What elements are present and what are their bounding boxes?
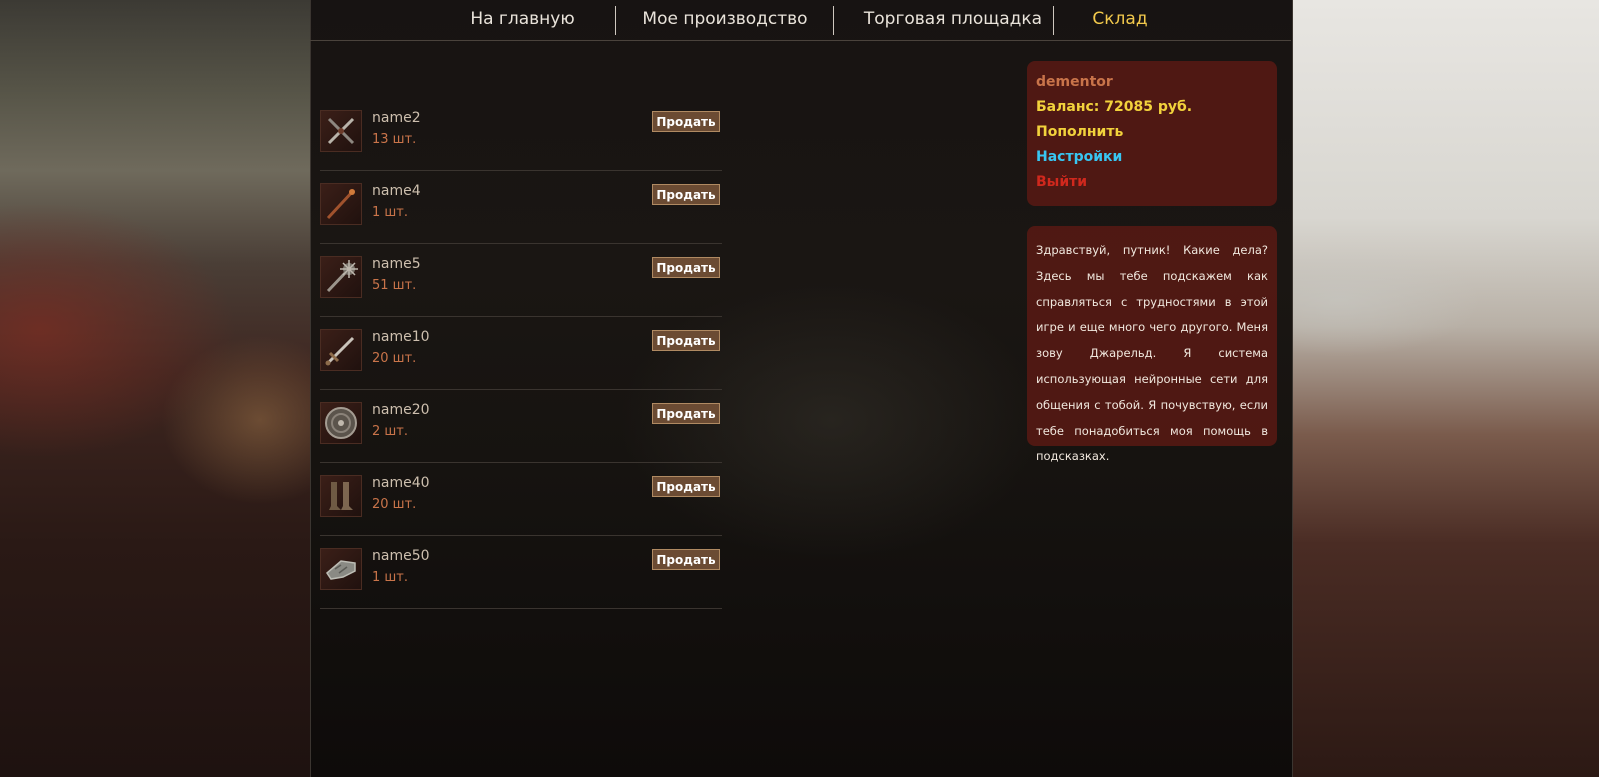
background-scenery-left [0, 0, 310, 777]
sell-button[interactable]: Продать [652, 403, 720, 424]
staff-icon [320, 183, 362, 225]
sell-button[interactable]: Продать [652, 330, 720, 351]
inventory-row: name50 1 шт. Продать [320, 536, 722, 609]
nav-divider [615, 6, 616, 35]
item-quantity: 1 шт. [372, 205, 409, 220]
username: dementor [1036, 74, 1113, 90]
item-quantity: 20 шт. [372, 497, 417, 512]
item-name: name50 [372, 548, 430, 564]
inventory-row: name10 20 шт. Продать [320, 317, 722, 390]
sell-button[interactable]: Продать [652, 476, 720, 497]
topup-link[interactable]: Пополнить [1036, 124, 1123, 140]
inventory-row: name40 20 шт. Продать [320, 463, 722, 536]
nav-divider [833, 6, 834, 35]
background-scenery-right [1259, 0, 1599, 777]
nav-marketplace[interactable]: Торговая площадка [848, 0, 1058, 40]
nav-divider [1053, 6, 1054, 35]
shield-icon [320, 402, 362, 444]
inventory-row: name5 51 шт. Продать [320, 244, 722, 317]
top-navigation: На главную Мое производство Торговая пло… [310, 0, 1291, 41]
item-quantity: 51 шт. [372, 278, 417, 293]
assistant-panel: Здравствуй, путник! Какие дела? Здесь мы… [1027, 226, 1277, 463]
balance: Баланс: 72085 руб. [1036, 99, 1193, 115]
sell-button[interactable]: Продать [652, 111, 720, 132]
background [0, 0, 1599, 777]
item-name: name40 [372, 475, 430, 491]
inventory-row: name20 2 шт. Продать [320, 390, 722, 463]
item-name: name5 [372, 256, 421, 272]
item-name: name20 [372, 402, 430, 418]
nav-home[interactable]: На главную [460, 0, 585, 40]
inventory-row: name4 1 шт. Продать [320, 171, 722, 244]
assistant-message: Здравствуй, путник! Какие дела? Здесь мы… [1036, 243, 1268, 464]
item-quantity: 20 шт. [372, 351, 417, 366]
nav-my-production[interactable]: Мое производство [630, 0, 820, 40]
item-quantity: 2 шт. [372, 424, 409, 439]
sell-button[interactable]: Продать [652, 549, 720, 570]
gauntlet-icon [320, 548, 362, 590]
item-name: name4 [372, 183, 421, 199]
item-quantity: 13 шт. [372, 132, 417, 147]
inventory-row: name2 13 шт. Продать [320, 98, 722, 171]
settings-link[interactable]: Настройки [1036, 149, 1122, 165]
nav-warehouse[interactable]: Склад [1070, 0, 1170, 40]
sell-button[interactable]: Продать [652, 257, 720, 278]
boots-icon [320, 475, 362, 517]
crossed-daggers-icon [320, 110, 362, 152]
item-name: name10 [372, 329, 430, 345]
mace-icon [320, 256, 362, 298]
item-name: name2 [372, 110, 421, 126]
inventory-list: name2 13 шт. Продать name4 1 шт. Продать… [320, 98, 722, 609]
sword-icon [320, 329, 362, 371]
sell-button[interactable]: Продать [652, 184, 720, 205]
user-panel: dementor Баланс: 72085 руб. Пополнить На… [1027, 61, 1277, 206]
logout-link[interactable]: Выйти [1036, 174, 1087, 190]
item-quantity: 1 шт. [372, 570, 409, 585]
